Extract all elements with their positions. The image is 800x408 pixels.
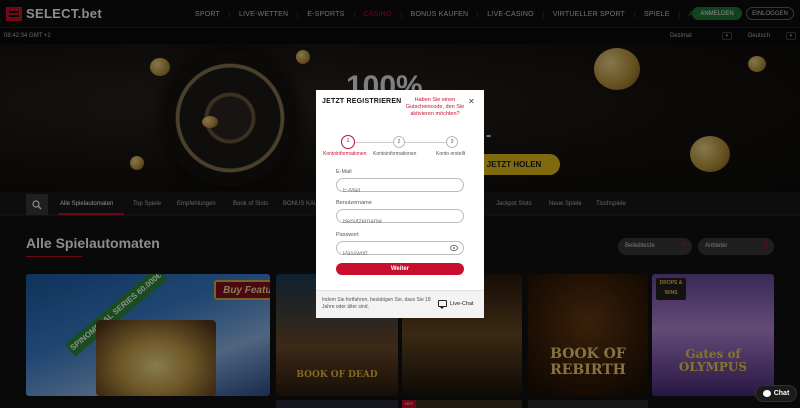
registration-stepper: 1 2 3 Kontoinformationen Kontoinformatio… xyxy=(316,132,484,160)
registration-modal: JETZT REGISTRIEREN Haben Sie einen Gutsc… xyxy=(316,90,484,318)
email-field[interactable] xyxy=(337,185,463,197)
chat-icon[interactable] xyxy=(438,300,447,309)
step-1: 1 xyxy=(341,135,355,149)
password-label: Passwort xyxy=(336,232,359,238)
casino-page: SELECT.bet SPORT LIVE-WETTEN E-SPORTS CA… xyxy=(0,0,800,408)
username-label: Benutzername xyxy=(336,200,372,206)
step-3-label: Konto erstellt xyxy=(436,151,466,157)
step-2-label: Kontoinformationen xyxy=(373,151,417,157)
step-3: 3 xyxy=(446,136,458,148)
age-confirmation-note: Indem Sie fortfahren, bestätigen Sie, da… xyxy=(322,297,431,310)
modal-footer: Indem Sie fortfahren, bestätigen Sie, da… xyxy=(316,290,484,318)
show-password-icon[interactable] xyxy=(450,245,458,251)
email-field-wrapper xyxy=(336,178,464,197)
continue-button[interactable]: Weiter xyxy=(336,263,464,275)
email-label: E-Mail xyxy=(336,169,352,175)
live-chat-link[interactable]: Live-Chat xyxy=(450,301,474,307)
step-connector xyxy=(405,142,447,143)
modal-title: JETZT REGISTRIEREN xyxy=(322,98,402,105)
step-2: 2 xyxy=(393,136,405,148)
voucher-code-link[interactable]: Haben Sie einen Gutscheincode, den Sie a… xyxy=(402,97,468,118)
password-field[interactable] xyxy=(337,248,463,260)
step-1-label: Kontoinformationen xyxy=(323,151,367,157)
chat-widget-label: Chat xyxy=(773,390,790,397)
username-field-wrapper xyxy=(336,209,464,228)
step-connector xyxy=(355,142,393,143)
password-field-wrapper xyxy=(336,241,464,260)
chat-bubble-icon xyxy=(762,390,771,397)
chat-widget-button[interactable]: Chat xyxy=(755,385,797,402)
close-icon[interactable]: ✕ xyxy=(468,97,475,106)
username-field[interactable] xyxy=(337,216,463,228)
